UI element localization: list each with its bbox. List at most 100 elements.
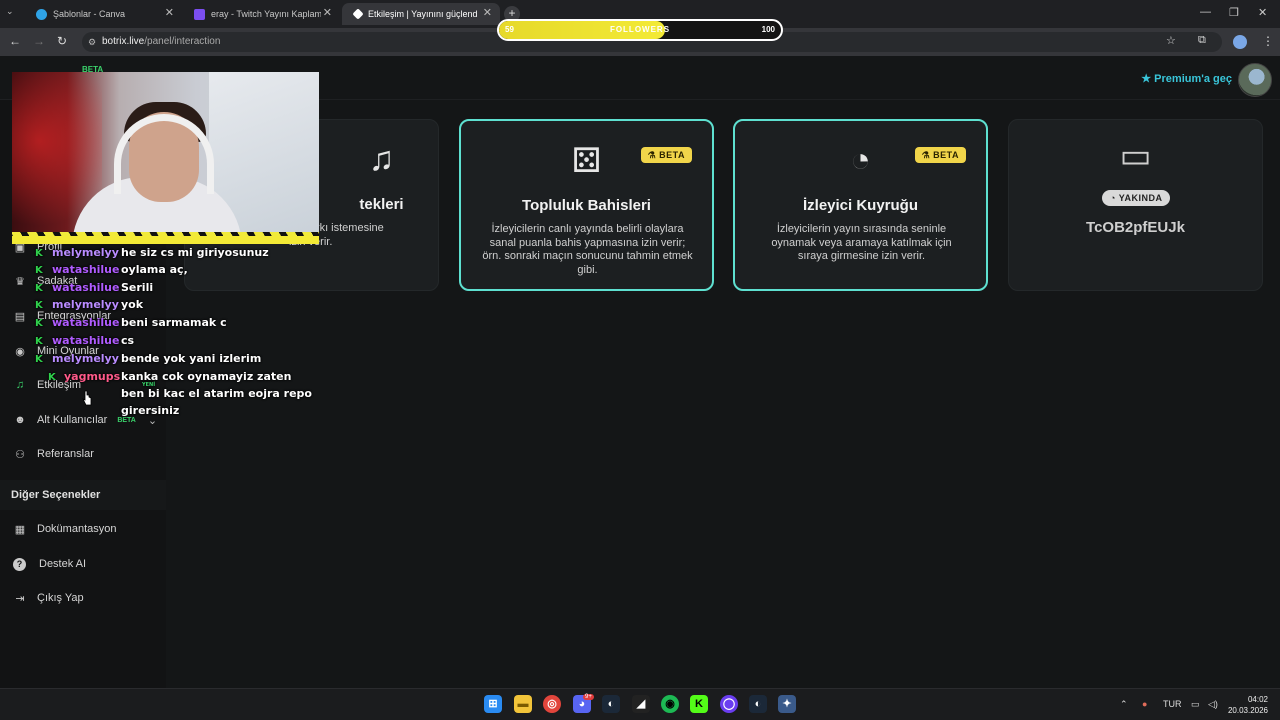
- sidebar-item-dokumantasyon[interactable]: ▦ Dokümantasyon: [0, 514, 166, 544]
- card-code: TcOB2pfEUJk: [1086, 219, 1185, 236]
- reload-icon[interactable]: ↻: [57, 34, 67, 48]
- kick-badge-icon: K: [35, 265, 43, 276]
- kick-badge-icon: K: [35, 283, 43, 294]
- followers-goal-bar: 59 FOLLOWERS 100: [497, 19, 783, 41]
- tab-twitch-overlay[interactable]: eray - Twitch Yayını Kaplaması ✕: [182, 3, 340, 25]
- chat-text: kanka cok oynamayiz zaten: [121, 370, 292, 383]
- profile-avatar-icon[interactable]: [1233, 35, 1247, 49]
- chat-user: melymelyy: [52, 298, 119, 311]
- maximize-icon[interactable]: ❐: [1229, 6, 1239, 19]
- settings-app-icon[interactable]: ✦: [778, 695, 796, 713]
- sidebar-item-label: Dokümantasyon: [37, 523, 117, 535]
- file-explorer-icon[interactable]: ▬: [514, 695, 532, 713]
- sidebar-item-cikis-yap[interactable]: ⇥ Çıkış Yap: [0, 583, 166, 613]
- volume-icon[interactable]: ◁): [1208, 699, 1218, 710]
- system-clock[interactable]: 04:02 20.03.2026: [1228, 694, 1268, 716]
- url-domain: botrix.live: [102, 36, 145, 47]
- chat-user: melymelyy: [52, 352, 119, 365]
- card-viewer-queue[interactable]: ◔ ⚗ BETA İzleyici Kuyruğu İzleyicilerin …: [733, 119, 988, 291]
- canva-favicon-icon: [36, 8, 47, 20]
- microphone-icon[interactable]: ●: [1142, 699, 1147, 709]
- referrals-icon: ⚇: [15, 448, 25, 461]
- clock-date: 20.03.2026: [1227, 706, 1268, 715]
- premium-label: Premium'a geç: [1154, 73, 1232, 85]
- chat-text: yok: [121, 298, 144, 311]
- premium-link[interactable]: ★ Premium'a geç: [1141, 72, 1232, 85]
- user-avatar[interactable]: [1238, 63, 1272, 97]
- chat-user: watashilue: [52, 334, 120, 347]
- kick-badge-icon: K: [35, 300, 43, 311]
- card-description: İzleyicilerin canlı yayında belirli olay…: [482, 223, 693, 276]
- display-icon[interactable]: ▭: [1191, 699, 1200, 710]
- chat-text: bende yok yani izlerim: [121, 352, 262, 365]
- back-icon[interactable]: ←: [9, 34, 21, 48]
- webcam-frame-bar: [12, 236, 319, 244]
- followers-label: FOLLOWERS: [609, 25, 671, 34]
- kick-badge-icon: K: [35, 354, 43, 365]
- sidebar-item-label: Referanslar: [37, 448, 94, 460]
- card-description: İzleyicilerin yayın sırasında seninle oy…: [771, 223, 952, 262]
- mouse-pointer-icon: [82, 390, 92, 406]
- tab-close-icon[interactable]: ✕: [165, 6, 174, 19]
- forward-icon[interactable]: →: [33, 34, 45, 48]
- chat-user: yagmups: [64, 370, 121, 383]
- sidebar-item-referanslar[interactable]: ⚇ Referanslar: [0, 439, 166, 469]
- book-icon: ▦: [14, 523, 26, 536]
- sidebar-item-label: Destek AI: [39, 558, 87, 570]
- beta-badge: ⚗ BETA: [640, 147, 692, 163]
- card-community-bets[interactable]: ⚄ ⚗ BETA Topluluk Bahisleri İzleyicileri…: [459, 119, 714, 291]
- sidebar-item-label: Alt Kullanıcılar: [37, 414, 108, 426]
- tab-search-icon[interactable]: ⌄: [6, 6, 14, 17]
- browser-menu-icon[interactable]: ⋮: [1262, 34, 1274, 48]
- coming-soon-badge: ◔ YAKINDA: [1102, 190, 1171, 206]
- integrations-icon: ▤: [14, 310, 26, 323]
- tab-title: eray - Twitch Yayını Kaplaması: [211, 9, 321, 19]
- discord-badge: 9+: [583, 694, 594, 700]
- ticket-icon: ▭: [1119, 137, 1152, 175]
- other-options-heading: Diğer Seçenekler: [11, 489, 101, 501]
- tab-interaction[interactable]: Etkileşim | Yayınını güçlendirme ✕: [342, 3, 500, 25]
- tab-close-icon[interactable]: ✕: [483, 6, 492, 19]
- tray-overflow-icon[interactable]: ⌃: [1120, 699, 1128, 710]
- chat-user: melymelyy: [52, 246, 119, 259]
- obs-icon[interactable]: ◯: [720, 695, 738, 713]
- music-icon: ♫: [15, 379, 25, 391]
- chat-text: ben bi kac el atarim eojra repo: [121, 387, 312, 400]
- bookmark-star-icon[interactable]: ☆: [1166, 34, 1176, 47]
- botrix-favicon-icon: [352, 8, 364, 20]
- tab-canva[interactable]: Şablonlar - Canva ✕: [24, 3, 182, 25]
- chat-text: girersiniz: [121, 404, 180, 417]
- extensions-icon[interactable]: ⧉: [1198, 34, 1206, 47]
- gamepad-icon: ◉: [15, 345, 25, 358]
- sidebar-item-destek-ai[interactable]: ? Destek AI: [0, 549, 166, 579]
- webcam-overlay: [12, 72, 319, 244]
- clock-time: 04:02: [1247, 695, 1268, 704]
- spotify-icon[interactable]: ◉: [661, 695, 679, 713]
- users-icon: ☻: [14, 414, 26, 426]
- steam-icon[interactable]: ◐: [602, 695, 620, 713]
- sidebar-item-label: Çıkış Yap: [37, 592, 84, 604]
- window-close-icon[interactable]: ✕: [1258, 6, 1267, 19]
- windows-start-icon[interactable]: ⊞: [484, 695, 502, 713]
- kick-badge-icon: K: [35, 248, 43, 259]
- followers-target: 100: [761, 25, 775, 34]
- tab-title: Şablonlar - Canva: [53, 9, 126, 19]
- chat-user: watashilue: [52, 263, 120, 276]
- kick-badge-icon: K: [48, 372, 56, 383]
- chat-text: beni sarmamak c: [121, 316, 227, 329]
- kick-icon[interactable]: K: [690, 695, 708, 713]
- steam2-icon[interactable]: ◐: [749, 695, 767, 713]
- chrome-icon[interactable]: ◎: [543, 695, 561, 713]
- kick-badge-icon: K: [35, 318, 43, 329]
- kick-badge-icon: K: [35, 336, 43, 347]
- tab-close-icon[interactable]: ✕: [323, 6, 332, 19]
- chat-text: oylama aç,: [121, 263, 188, 276]
- card-title: İzleyici Kuyruğu: [802, 197, 919, 214]
- url-path: /panel/interaction: [144, 36, 221, 47]
- site-info-icon[interactable]: ⚙: [88, 32, 96, 52]
- card-coming-soon: ▭ ◔ YAKINDA TcOB2pfEUJk: [1008, 119, 1263, 291]
- language-indicator[interactable]: TUR: [1163, 699, 1182, 709]
- chat-user: watashilue: [52, 281, 120, 294]
- capcut-icon[interactable]: ◢: [632, 695, 650, 713]
- minimize-icon[interactable]: —: [1200, 6, 1211, 18]
